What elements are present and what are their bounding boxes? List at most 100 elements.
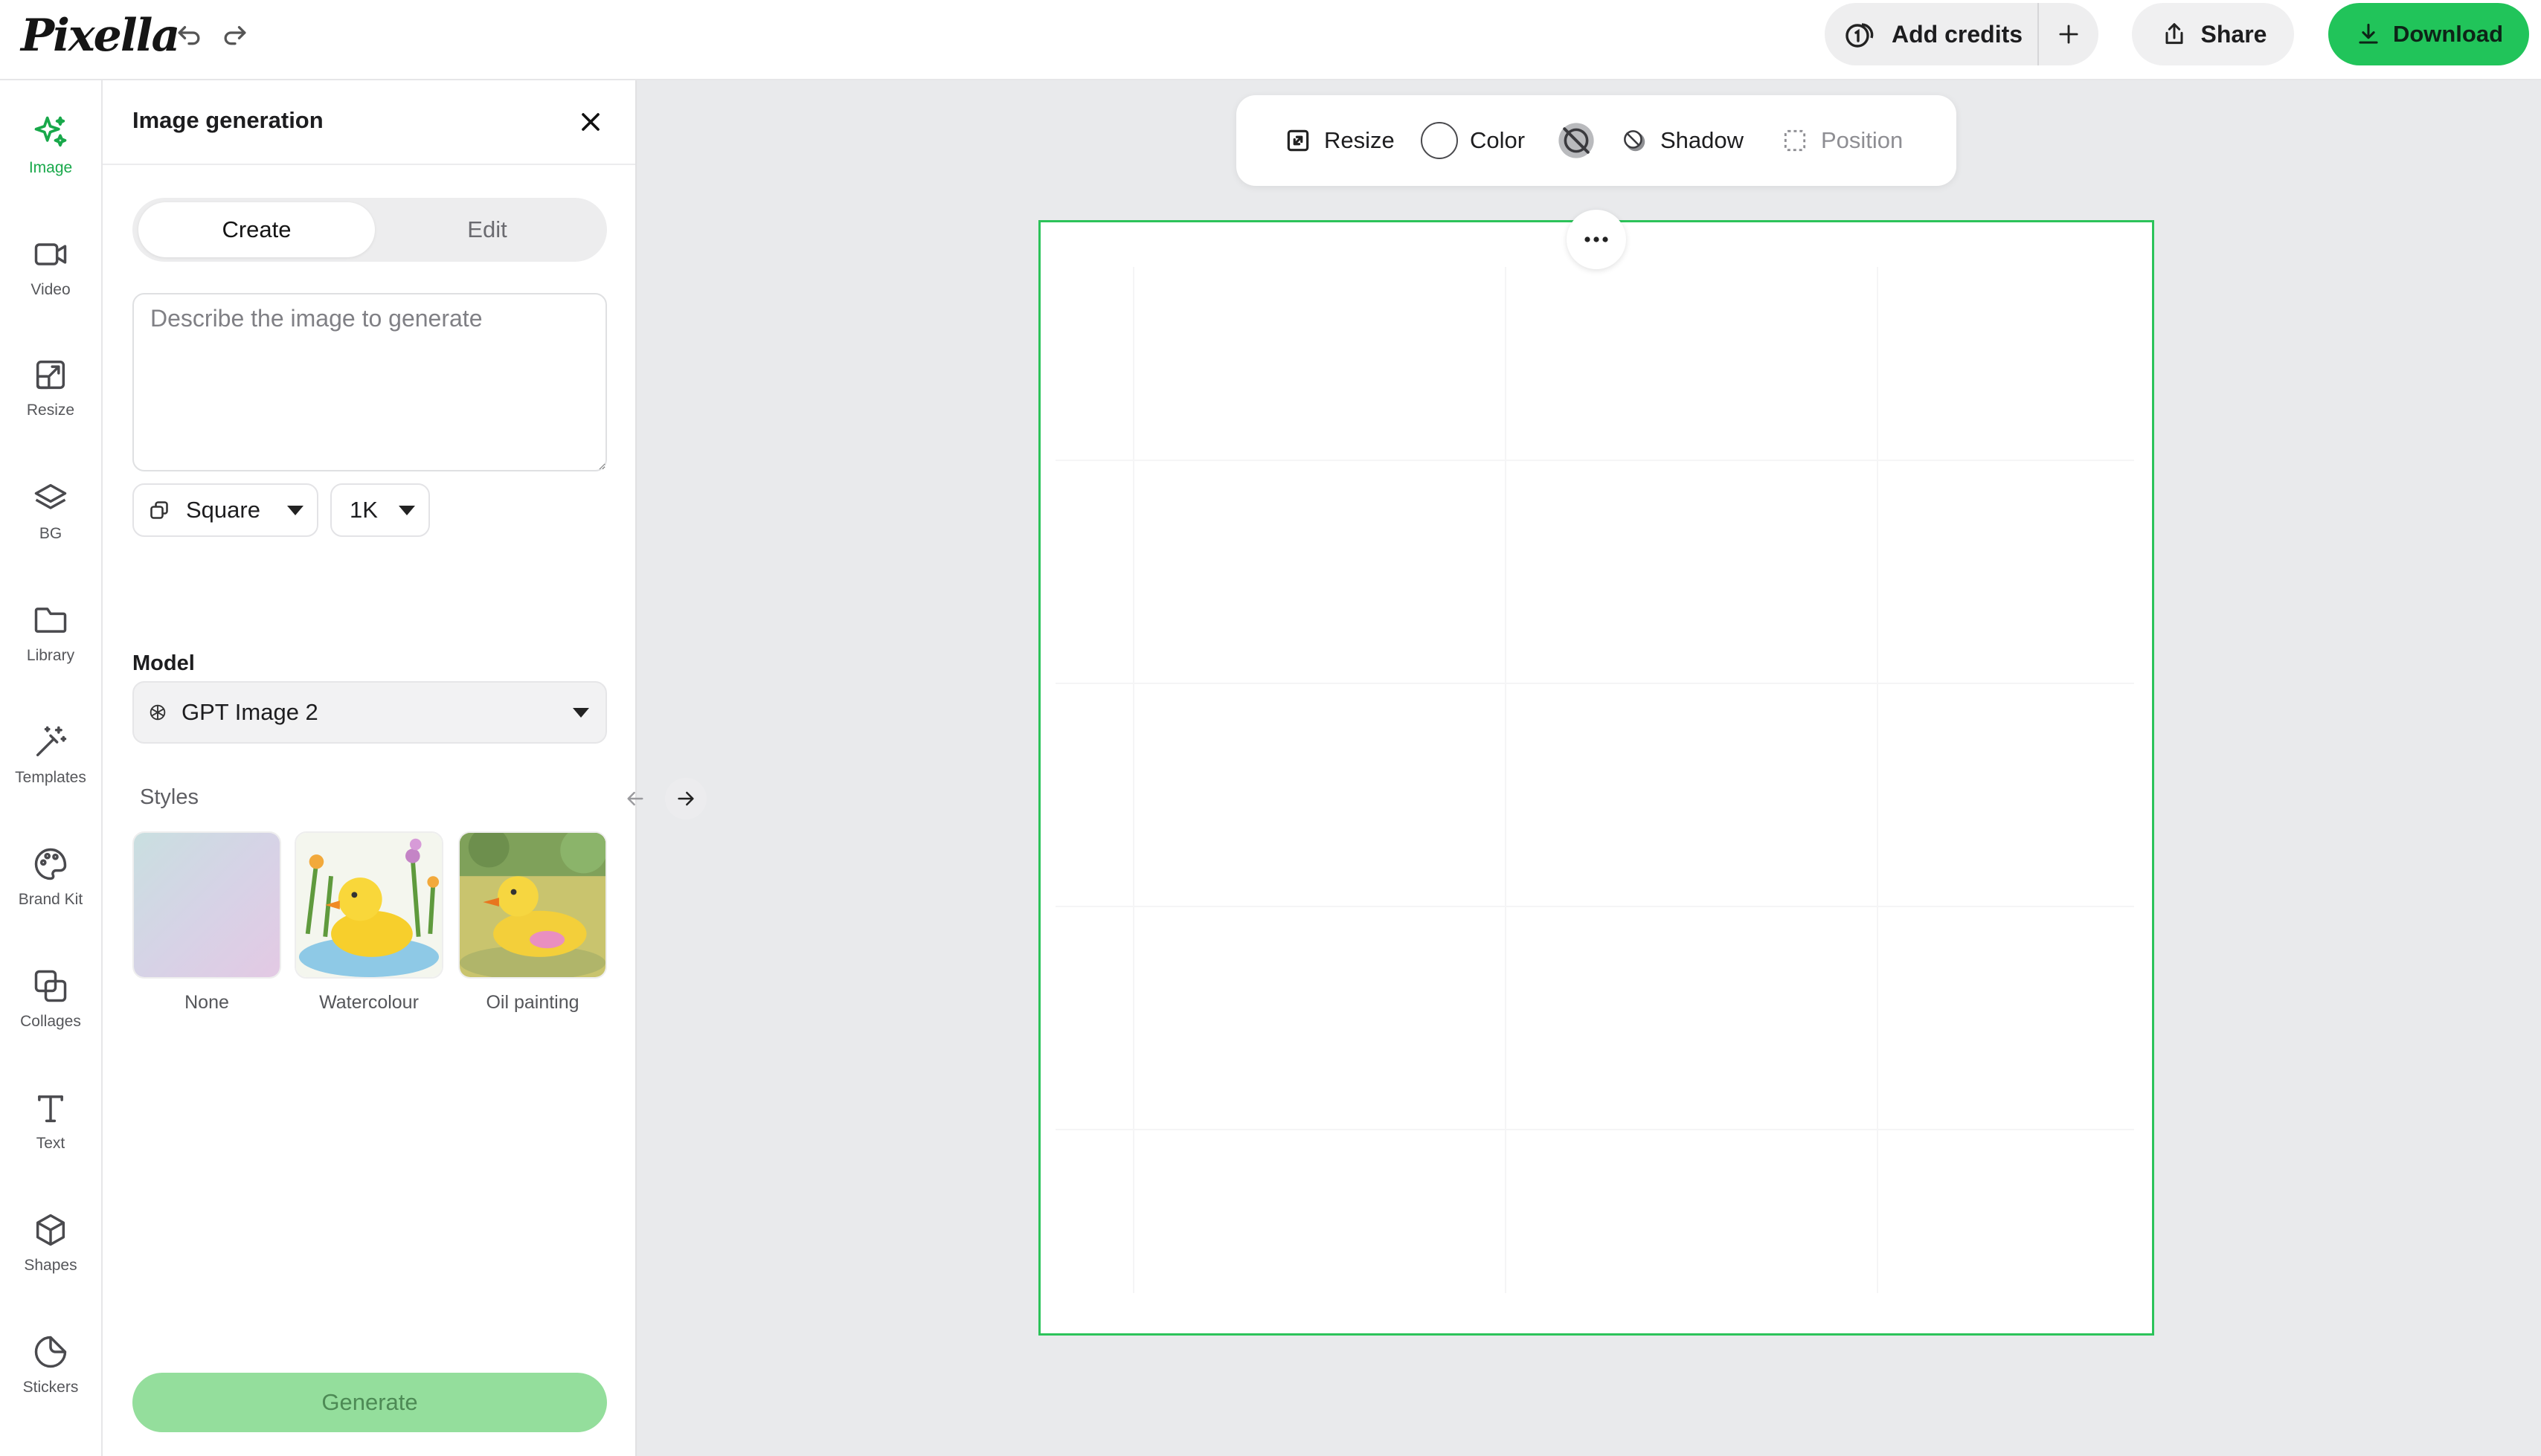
share-label: Share xyxy=(2200,20,2267,48)
app-logo[interactable]: Pixella xyxy=(21,6,180,65)
style-card-oil-painting[interactable]: Oil painting xyxy=(458,831,607,1014)
credits-group: Add credits xyxy=(1825,3,2098,65)
style-thumb-oil-painting xyxy=(458,831,607,979)
palette-icon xyxy=(34,848,67,880)
style-name: Watercolour xyxy=(319,992,419,1013)
model-dropdown[interactable]: GPT Image 2 xyxy=(132,681,607,744)
nav-item-shapes[interactable]: Shapes xyxy=(0,1194,101,1291)
position-icon xyxy=(1784,129,1806,152)
nav-item-image[interactable]: Image xyxy=(0,97,101,193)
nav-label-library: Library xyxy=(26,647,75,664)
nav-item-library[interactable]: Library xyxy=(0,584,101,681)
close-icon xyxy=(582,113,600,131)
download-icon xyxy=(2359,23,2378,44)
nav-item-bg[interactable]: BG xyxy=(0,463,101,559)
chevron-down-icon xyxy=(573,708,589,718)
share-icon xyxy=(2165,23,2183,45)
download-button[interactable]: Download xyxy=(2328,3,2529,65)
cube-icon xyxy=(36,1214,65,1246)
toolbar-color-label: Color xyxy=(1470,127,1526,153)
nav-label-templates: Templates xyxy=(15,769,86,786)
nav-label-image: Image xyxy=(28,159,73,176)
plus-icon xyxy=(2059,25,2078,44)
tab-create[interactable]: Create xyxy=(138,202,375,257)
arrow-left-icon xyxy=(627,791,643,806)
layers-icon xyxy=(34,483,67,509)
chevron-down-icon xyxy=(286,505,303,515)
resolution-dropdown[interactable]: 1K xyxy=(330,483,430,537)
canvas-toolbar: Resize Color Shadow Position xyxy=(1236,95,1956,186)
more-horizontal-icon xyxy=(1584,236,1608,242)
gradient-swatch-image xyxy=(134,833,280,977)
style-name: None xyxy=(184,992,229,1013)
download-label: Download xyxy=(2392,21,2504,47)
resolution-value: 1K xyxy=(350,497,378,523)
nav-label-text: Text xyxy=(36,1135,65,1152)
redo-button[interactable] xyxy=(219,16,254,52)
panel-header: Image generation xyxy=(103,80,635,165)
nav-item-collages[interactable]: Collages xyxy=(0,950,101,1047)
panel-title: Image generation xyxy=(132,107,324,133)
toolbar-color-button[interactable]: Color xyxy=(1421,95,1525,186)
aspect-ratio-icon xyxy=(150,501,168,519)
close-panel-button[interactable] xyxy=(576,107,605,137)
style-card-watercolour[interactable]: Watercolour xyxy=(295,831,443,1014)
toolbar-position-button[interactable]: Position xyxy=(1781,95,1903,186)
color-swatch-icon xyxy=(1421,122,1458,159)
arrow-right-icon xyxy=(678,791,694,806)
nav-label-brand-kit: Brand Kit xyxy=(18,891,83,908)
tab-edit[interactable]: Edit xyxy=(369,202,605,257)
canvas-grid-pattern xyxy=(1056,267,2134,1293)
model-label: Model xyxy=(132,651,195,675)
oil-painting-duck-image xyxy=(460,833,605,977)
nav-item-templates[interactable]: Templates xyxy=(0,706,101,803)
prompt-input[interactable] xyxy=(132,293,607,471)
resize-icon xyxy=(36,360,65,390)
video-icon xyxy=(34,243,67,265)
nav-label-collages: Collages xyxy=(20,1013,81,1030)
toolbar-no-shadow-button[interactable] xyxy=(1556,95,1596,186)
styles-next-button[interactable] xyxy=(665,778,707,819)
resize-icon xyxy=(1287,129,1309,152)
styles-label: Styles xyxy=(140,785,199,809)
magic-wand-icon xyxy=(36,726,67,757)
generate-button[interactable]: Generate xyxy=(132,1373,607,1432)
nav-label-bg: BG xyxy=(39,525,62,542)
design-canvas[interactable] xyxy=(1038,220,2154,1336)
top-bar: Pixella Add credits Share Download xyxy=(0,0,2541,80)
nav-label-video: Video xyxy=(30,281,71,298)
nav-item-resize[interactable]: Resize xyxy=(0,339,101,436)
canvas-more-options-button[interactable] xyxy=(1567,210,1626,269)
image-generation-panel: Image generation Create Edit Square 1K M… xyxy=(103,80,707,1456)
watercolour-duck-image xyxy=(296,833,442,977)
folder-icon xyxy=(34,608,67,633)
toolbar-resize-button[interactable]: Resize xyxy=(1284,95,1395,186)
toolbar-shadow-label: Shadow xyxy=(1660,127,1744,153)
toolbar-resize-label: Resize xyxy=(1324,127,1395,153)
openai-icon xyxy=(150,704,166,721)
nav-item-video[interactable]: Video xyxy=(0,219,101,315)
undo-button[interactable] xyxy=(173,16,208,52)
toolbar-shadow-button[interactable]: Shadow xyxy=(1620,95,1744,186)
nav-item-brand-kit[interactable]: Brand Kit xyxy=(0,828,101,925)
left-nav: Image Video Resize BG Library Templates xyxy=(0,80,103,1456)
style-thumb-watercolour xyxy=(295,831,443,979)
nav-item-text[interactable]: Text xyxy=(0,1072,101,1169)
styles-prev-button[interactable] xyxy=(614,778,656,819)
coins-icon xyxy=(1845,23,1874,48)
sparkle-icon xyxy=(34,116,67,147)
chevron-down-icon xyxy=(398,505,415,515)
add-credits-button[interactable]: Add credits xyxy=(1825,3,2037,65)
share-button[interactable]: Share xyxy=(2132,3,2294,65)
style-name: Oil painting xyxy=(486,992,579,1013)
aspect-ratio-value: Square xyxy=(186,497,260,523)
nav-item-stickers[interactable]: Stickers xyxy=(0,1316,101,1413)
no-shadow-icon xyxy=(1558,123,1594,158)
style-thumb-none xyxy=(132,831,281,979)
buy-credits-plus-button[interactable] xyxy=(2039,3,2098,65)
aspect-ratio-dropdown[interactable]: Square xyxy=(132,483,318,537)
style-card-none[interactable]: None xyxy=(132,831,281,1014)
undo-icon xyxy=(178,26,200,45)
nav-label-shapes: Shapes xyxy=(24,1257,77,1274)
mode-toggle: Create Edit xyxy=(132,198,607,262)
